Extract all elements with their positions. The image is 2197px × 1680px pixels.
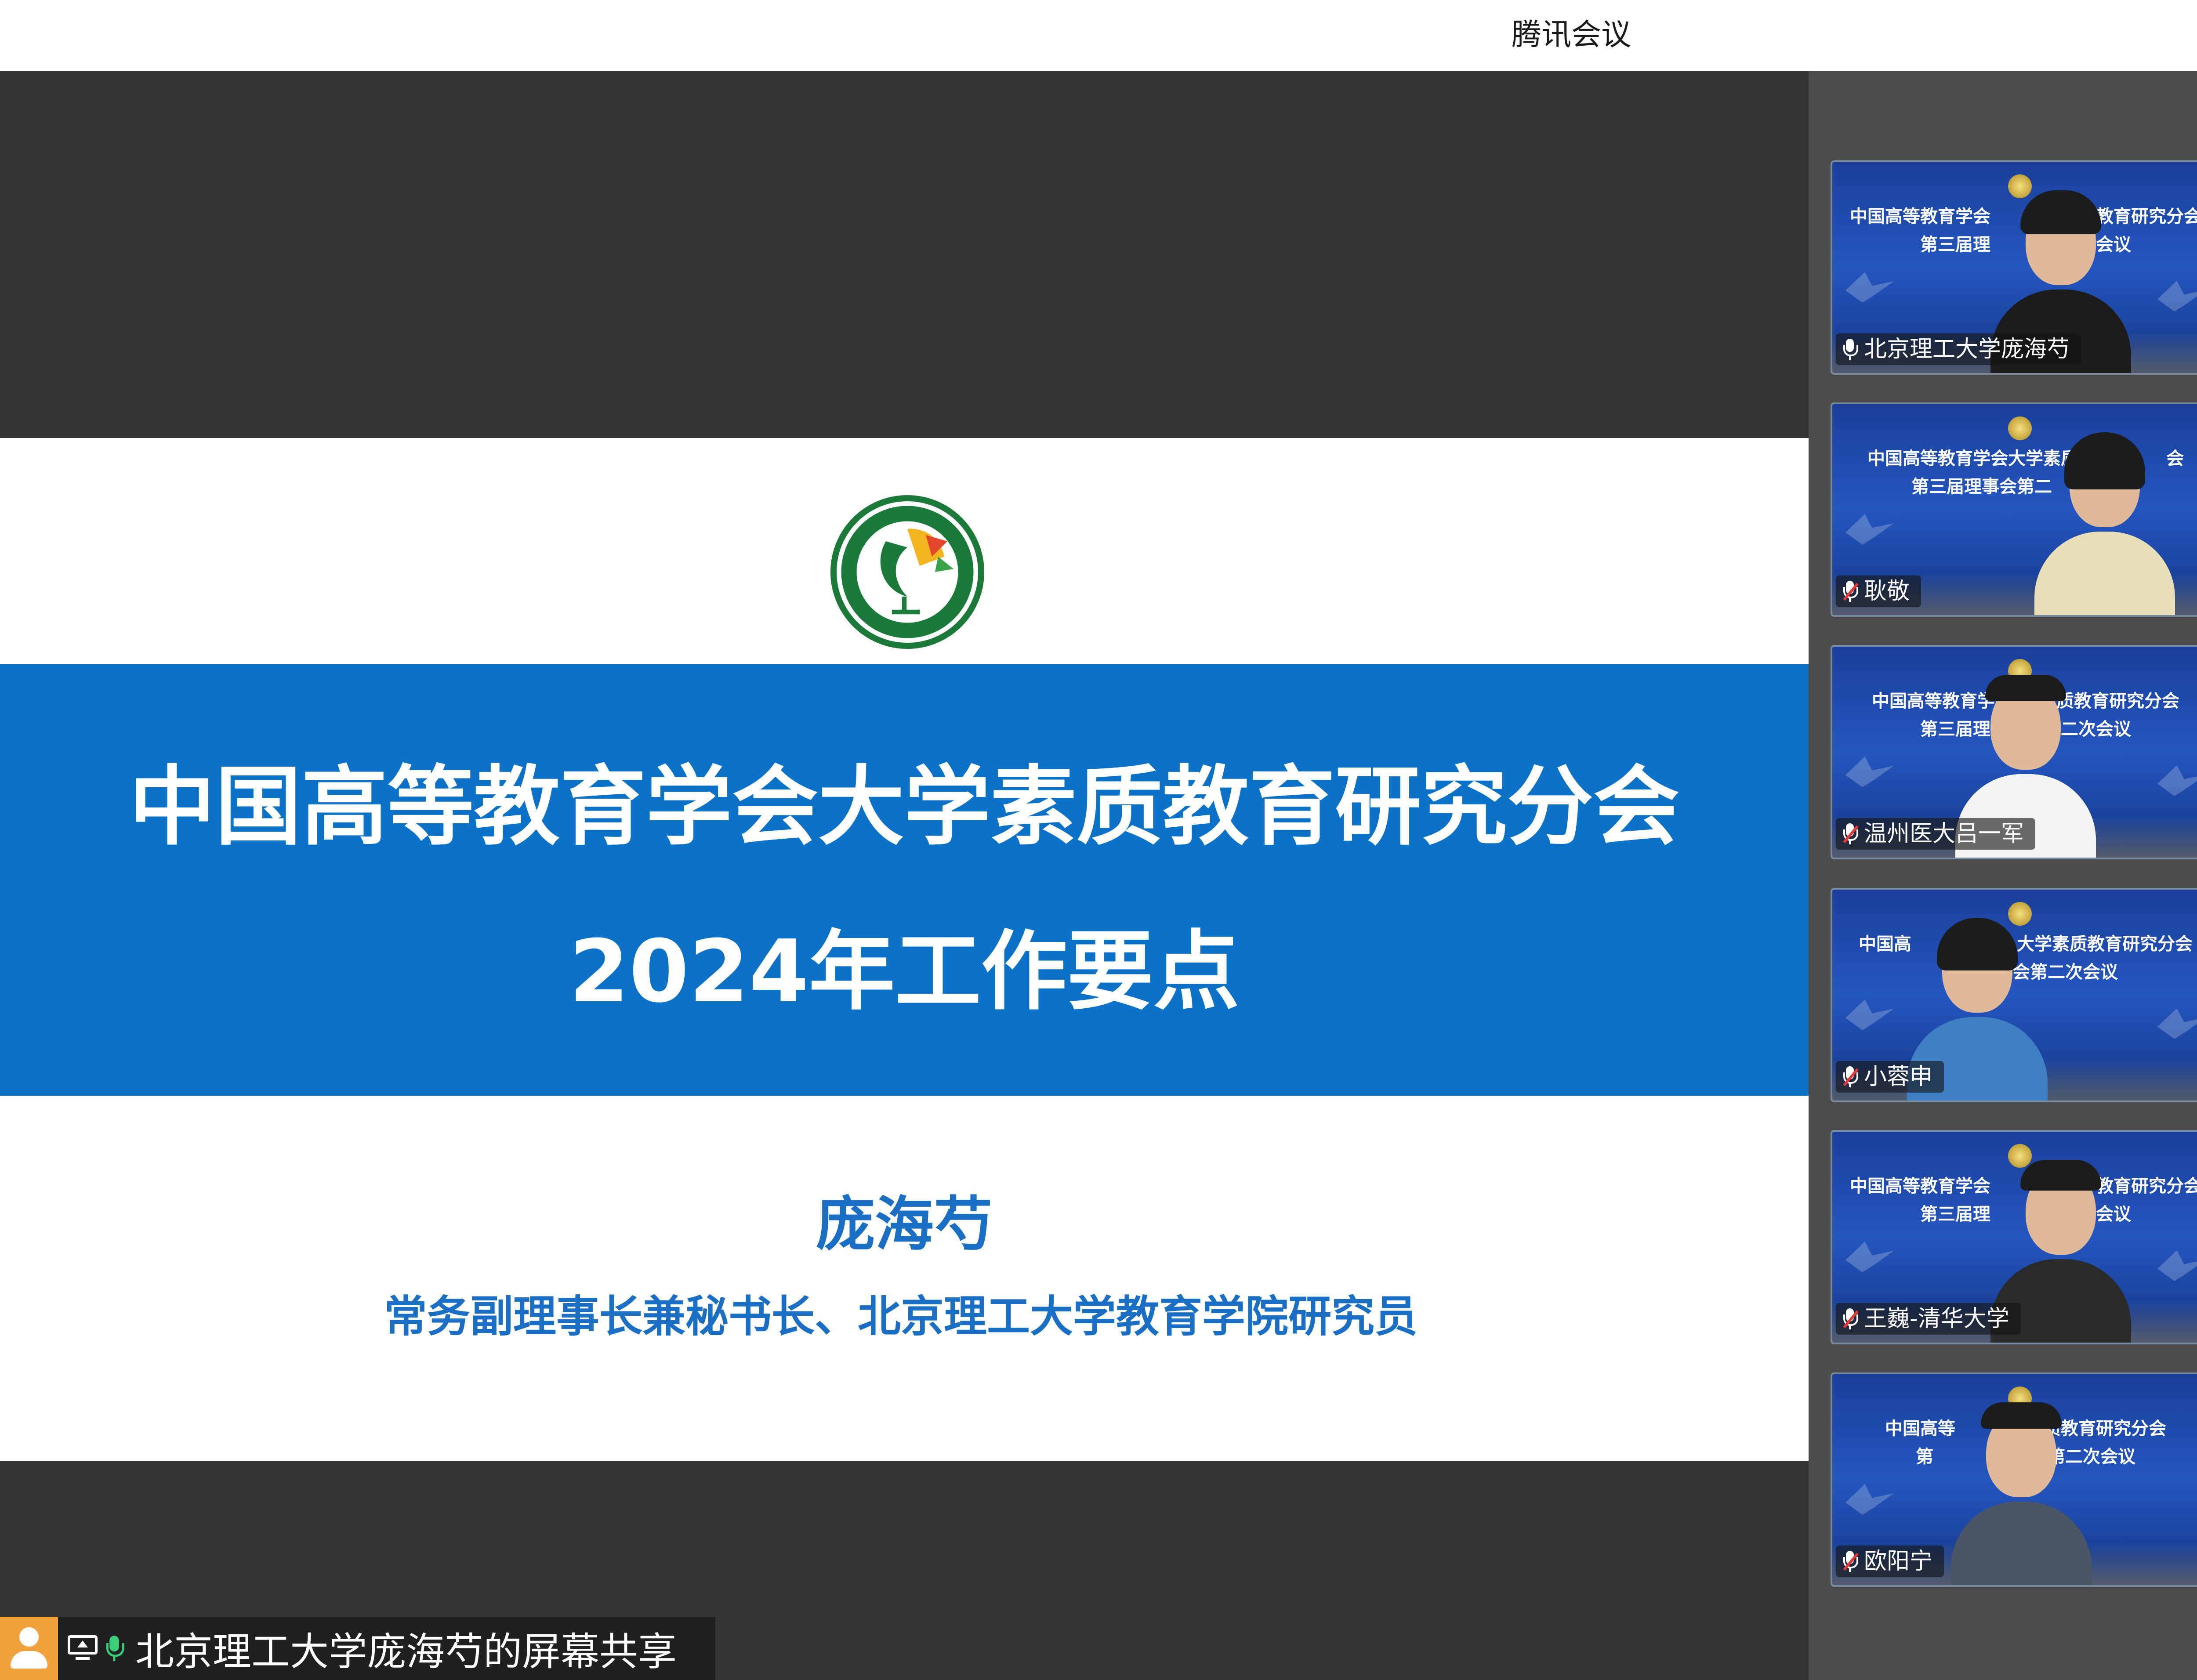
microphone-muted-icon: [1842, 580, 1859, 603]
participant-name-tag: 温州医大吕一军: [1836, 818, 2036, 850]
microphone-muted-icon: [1842, 1307, 1859, 1330]
association-seal-icon: [830, 495, 984, 649]
app-title: 腾讯会议: [1512, 18, 1631, 52]
bird-decoration: [2157, 1250, 2197, 1281]
participant-name: 耿敬: [1864, 578, 1910, 605]
microphone-muted-icon: [1842, 822, 1859, 845]
participant-name: 欧阳宁: [1864, 1548, 1933, 1575]
participant-name-tag: 王巍-清华大学: [1836, 1303, 2021, 1335]
participant-name: 北京理工大学庞海芍: [1864, 336, 2070, 362]
microphone-icon: [105, 1635, 124, 1662]
bird-decoration: [1845, 757, 1894, 787]
bird-decoration: [1845, 999, 1894, 1030]
participant-tile[interactable]: 中国高等教育学会 教育研究分会 第三届理 会议 王巍-清华大学: [1831, 1130, 2197, 1344]
participant-name: 小蓉申: [1864, 1064, 1933, 1090]
speaker-name: 庞海芍: [816, 1190, 993, 1259]
participant-name-tag: 耿敬: [1836, 576, 1921, 607]
participant-tile[interactable]: 中国高等教育学会 教育研究分会 第三届理 会议 北京理工大学庞海芍: [1831, 160, 2197, 375]
bird-decoration: [2157, 281, 2197, 311]
bird-decoration: [1845, 514, 1894, 545]
microphone-muted-icon: [1842, 1550, 1859, 1573]
bird-decoration: [2157, 765, 2197, 796]
participant-name-tag: 北京理工大学庞海芍: [1836, 333, 2081, 365]
bird-decoration: [2157, 1008, 2197, 1039]
bird-decoration: [1845, 1484, 1894, 1515]
window-titlebar: 腾讯会议: [0, 0, 2197, 71]
shared-screen-area: 中国高等教育学会大学素质教育研究分会 2024年工作要点 庞海芍 常务副理事长兼…: [0, 71, 1809, 1680]
slide-subtitle: 2024年工作要点: [569, 922, 1240, 1022]
bird-decoration: [1845, 1242, 1894, 1272]
title-band: 中国高等教育学会大学素质教育研究分会 2024年工作要点: [0, 664, 1809, 1096]
participant-tile[interactable]: 中国高等教育学会大学素质会 第三届理事会第二 耿敬: [1831, 402, 2197, 617]
participant-tile[interactable]: 中国高等教育学会 素质教育研究分会 第三届理事 二次会议 温州医大吕一军: [1831, 645, 2197, 859]
user-avatar-icon: [0, 1617, 58, 1680]
participant-name-tag: 小蓉申: [1836, 1061, 1944, 1093]
microphone-muted-icon: [1842, 1065, 1859, 1088]
presentation-slide: 中国高等教育学会大学素质教育研究分会 2024年工作要点 庞海芍 常务副理事长兼…: [0, 438, 1809, 1461]
speaker-position: 常务副理事长兼秘书长、北京理工大学教育学院研究员: [384, 1292, 1418, 1342]
screen-share-indicator[interactable]: 北京理工大学庞海芍的屏幕共享: [0, 1617, 715, 1680]
screen-share-icon: [68, 1635, 101, 1662]
participant-tile[interactable]: 中国高 大学素质教育研究分会 会第二次会议 小蓉申: [1831, 888, 2197, 1102]
bird-decoration: [1845, 272, 1894, 303]
participant-video: [1942, 1401, 2100, 1585]
participant-video: [2026, 431, 2184, 615]
screen-share-label: 北京理工大学庞海芍的屏幕共享: [135, 1629, 677, 1674]
participant-name: 温州医大吕一军: [1864, 821, 2024, 847]
slide-title: 中国高等教育学会大学素质教育研究分会: [129, 757, 1679, 857]
participant-tile[interactable]: 中国高等 素质教育研究分会 第第二次会议 欧阳宁: [1831, 1372, 2197, 1587]
participant-name: 王巍-清华大学: [1864, 1306, 2009, 1332]
participant-name-tag: 欧阳宁: [1836, 1546, 1944, 1577]
microphone-icon: [1842, 338, 1858, 361]
